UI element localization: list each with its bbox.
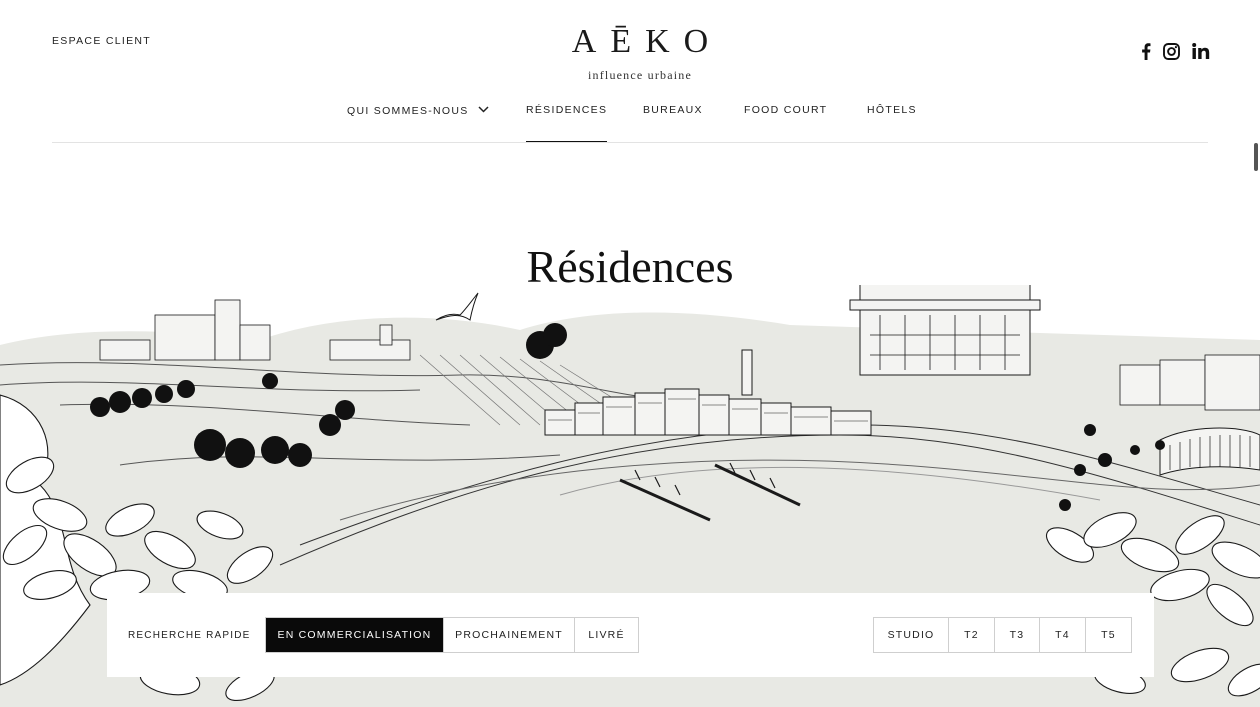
page-title: Résidences — [526, 241, 734, 292]
nav-item-hotels[interactable]: HÔTELS — [867, 104, 917, 142]
logo-wordmark: AĒKO — [571, 23, 723, 60]
nav-label: BUREAUX — [643, 104, 703, 116]
filter-prochainement[interactable]: PROCHAINEMENT — [444, 618, 575, 652]
site-header: ESPACE CLIENT AĒKO influence urbaine QUI… — [0, 0, 1260, 143]
site-logo[interactable]: AĒKO influence urbaine — [540, 22, 740, 83]
linkedin-icon[interactable] — [1192, 42, 1210, 60]
type-filter-group: STUDIO T2 T3 T4 T5 — [873, 617, 1132, 653]
filter-t5[interactable]: T5 — [1086, 618, 1131, 652]
nav-label: FOOD COURT — [744, 104, 828, 116]
header-divider — [52, 142, 1208, 143]
nav-item-residences[interactable]: RÉSIDENCES — [526, 104, 608, 142]
logo-tagline: influence urbaine — [587, 68, 693, 82]
nav-label: QUI SOMMES-NOUS — [347, 105, 469, 117]
nav-label: RÉSIDENCES — [526, 104, 608, 116]
filter-t2[interactable]: T2 — [949, 618, 995, 652]
filter-livre[interactable]: LIVRÉ — [575, 618, 638, 652]
nav-item-bureaux[interactable]: BUREAUX — [643, 104, 703, 142]
main-nav: QUI SOMMES-NOUS RÉSIDENCES BUREAUX FOOD … — [0, 101, 1260, 143]
filter-en-commercialisation[interactable]: EN COMMERCIALISATION — [266, 618, 444, 652]
filter-t3[interactable]: T3 — [995, 618, 1040, 652]
nav-label: HÔTELS — [867, 104, 917, 116]
nav-item-food-court[interactable]: FOOD COURT — [744, 104, 827, 142]
filter-t4[interactable]: T4 — [1040, 618, 1086, 652]
filter-studio[interactable]: STUDIO — [874, 618, 949, 652]
status-filter-group: EN COMMERCIALISATION PROCHAINEMENT LIVRÉ — [265, 617, 639, 653]
quick-search-bar: RECHERCHE RAPIDE EN COMMERCIALISATION PR… — [107, 593, 1154, 677]
page-scrollbar[interactable] — [1254, 143, 1258, 171]
quick-search-label: RECHERCHE RAPIDE — [128, 630, 251, 641]
espace-client-link[interactable]: ESPACE CLIENT — [52, 35, 151, 47]
instagram-icon[interactable] — [1163, 42, 1180, 60]
chevron-down-icon — [478, 104, 489, 116]
social-links — [1141, 42, 1210, 60]
nav-item-qui-sommes-nous[interactable]: QUI SOMMES-NOUS — [347, 104, 489, 142]
facebook-icon[interactable] — [1141, 42, 1151, 60]
